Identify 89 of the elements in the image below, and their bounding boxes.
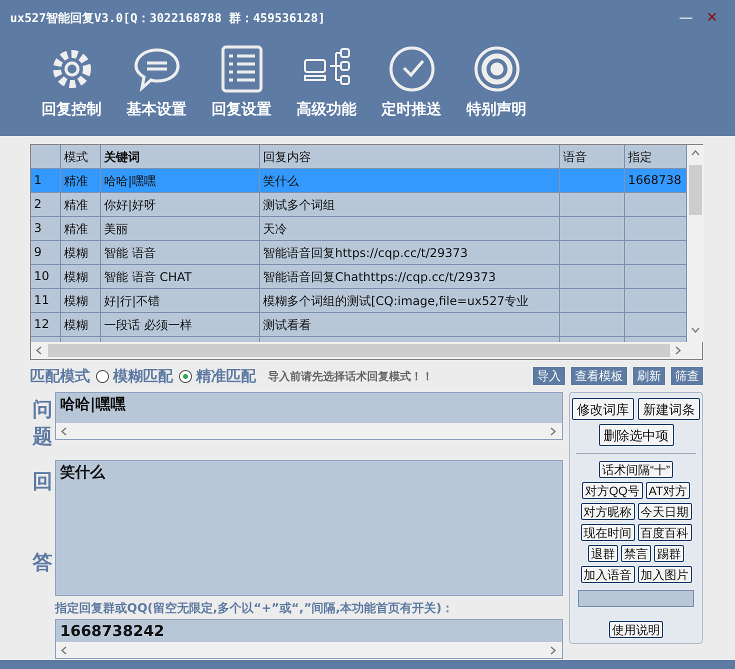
target-label: 指定回复群或QQ(留空无限定,多个以“+”或“,”间隔,本功能首页有开关)： (55, 600, 455, 617)
table-cell: 天冷 (260, 217, 560, 241)
answer-label: 回 (32, 468, 52, 495)
table-row[interactable]: 1 精准 哈哈|嘿嘿 笑什么 1668738 (31, 169, 687, 193)
table-cell: 1668738 (625, 169, 687, 193)
panel-button[interactable]: 删除选中项 (598, 424, 674, 446)
panel-button[interactable]: 修改词库 (572, 398, 634, 420)
help-button[interactable]: 使用说明 (609, 621, 663, 638)
insert-button[interactable]: 加入图片 (638, 566, 692, 584)
action-button[interactable]: 筛查 (671, 367, 703, 385)
question-field[interactable]: 哈哈|嘿嘿 (55, 392, 563, 440)
table-cell: 模糊 (61, 289, 101, 313)
vertical-scrollbar[interactable] (687, 145, 704, 342)
toolbar-button[interactable]: 高级功能 (285, 44, 368, 119)
table-cell: 智能语音回复Chathttps://cqp.cc/t/29373 (260, 265, 560, 289)
match-mode-label: 匹配模式 (30, 366, 90, 386)
insert-button[interactable]: 今天日期 (638, 503, 692, 520)
insert-button[interactable]: 话术间隔“十” (599, 461, 673, 478)
table-cell: 智能 语音 CHAT (101, 265, 260, 289)
table-cell: 模糊 (61, 241, 101, 265)
insert-button[interactable]: 加入语音 (580, 566, 634, 584)
insert-button[interactable]: 对方昵称 (580, 503, 634, 520)
toolbar-button[interactable]: 回复控制 (30, 44, 113, 119)
toolbar-button[interactable]: 定时推送 (370, 44, 453, 119)
action-button[interactable]: 导入 (533, 367, 565, 385)
text-field[interactable] (578, 590, 694, 607)
table-cell: 精准 (61, 193, 101, 217)
table-row[interactable]: 12 模糊 一段话 必须一样 测试看看 (31, 313, 687, 337)
table-cell: 模糊 (61, 313, 101, 337)
table-cell (560, 289, 625, 313)
action-button[interactable]: 查看模板 (571, 367, 627, 385)
table-cell: 测试多个词组 (260, 193, 560, 217)
insert-button[interactable]: 禁言 (621, 545, 651, 562)
toolbar-button[interactable]: 回复设置 (200, 44, 283, 119)
table-cell: 美丽 (101, 217, 260, 241)
answer-field[interactable]: 笑什么 (55, 460, 563, 596)
question-label: 题 (32, 423, 52, 450)
table-cell: 精准 (61, 217, 101, 241)
target-icon (472, 44, 522, 94)
table-cell (560, 217, 625, 241)
insert-button[interactable]: 对方QQ号 (582, 482, 643, 500)
table-cell: 智能 语音 (101, 241, 260, 265)
table-row[interactable]: 3 精准 美丽 天冷 (31, 217, 687, 241)
radio-button[interactable] (96, 370, 109, 382)
table-cell: 一段话 必须一样 (101, 313, 260, 337)
scrollbar-thumb[interactable] (48, 344, 670, 357)
table-cell (560, 193, 625, 217)
target-field[interactable]: 1668738242 (55, 619, 563, 659)
table-cell: 智能语音回复https://cqp.cc/t/29373 (260, 241, 560, 265)
table-cell: 11 (31, 289, 61, 313)
table-row[interactable]: 11 模糊 好|行|不错 模糊多个词组的测试[CQ:image,file=ux527专业 (31, 289, 687, 313)
toolbar-button[interactable]: 基本设置 (115, 44, 198, 119)
question-label: 问 (32, 396, 52, 423)
minimize-button[interactable]: — (673, 10, 699, 26)
table-cell: 12 (31, 313, 61, 337)
insert-button[interactable]: 退群 (588, 545, 618, 562)
window-title: ux527智能回复V3.0[Q：3022168788 群：459536128] (10, 10, 326, 26)
hint-text: 导入前请先选择话术回复模式！！ (268, 368, 434, 384)
table-cell: 精准 (61, 169, 101, 193)
answer-label: 答 (32, 549, 52, 576)
insert-button[interactable]: 现在时间 (580, 524, 634, 542)
toolbar-button[interactable]: 特别声明 (455, 44, 538, 119)
table-cell: 好|行|不错 (101, 289, 260, 313)
insert-button[interactable]: AT对方 (646, 482, 690, 500)
panel-button[interactable]: 新建词条 (638, 398, 700, 420)
table-cell (560, 265, 625, 289)
action-button[interactable]: 刷新 (633, 367, 665, 385)
table-cell: 3 (31, 217, 61, 241)
table-cell: 9 (31, 241, 61, 265)
table-cell (560, 169, 625, 193)
table-cell: 模糊 (61, 265, 101, 289)
table-cell: 测试看看 (260, 313, 560, 337)
table-row[interactable]: 10 模糊 智能 语音 CHAT 智能语音回复Chathttps://cqp.cc/t/29373 (31, 265, 687, 289)
table-cell: 2 (31, 193, 61, 217)
table-cell: 笑什么 (260, 169, 560, 193)
radio-button[interactable] (179, 370, 192, 382)
radio-option[interactable]: 精准匹配 (179, 366, 256, 386)
table-cell: 你好|好呀 (101, 193, 260, 217)
table-cell: 1 (31, 169, 61, 193)
table-cell: 模糊多个词组的测试[CQ:image,file=ux527专业 (260, 289, 560, 313)
table-cell: 10 (31, 265, 61, 289)
radio-option[interactable]: 模糊匹配 (96, 366, 173, 386)
table-row[interactable]: 9 模糊 智能 语音 智能语音回复https://cqp.cc/t/29373 (31, 241, 687, 265)
table-cell (560, 241, 625, 265)
insert-button[interactable]: 踢群 (654, 545, 684, 562)
insert-button[interactable]: 百度百科 (638, 524, 692, 542)
table-row[interactable]: 2 精准 你好|好呀 测试多个词组 (31, 193, 687, 217)
scrollbar-thumb[interactable] (689, 165, 702, 215)
table-cell: 哈哈|嘿嘿 (101, 169, 260, 193)
